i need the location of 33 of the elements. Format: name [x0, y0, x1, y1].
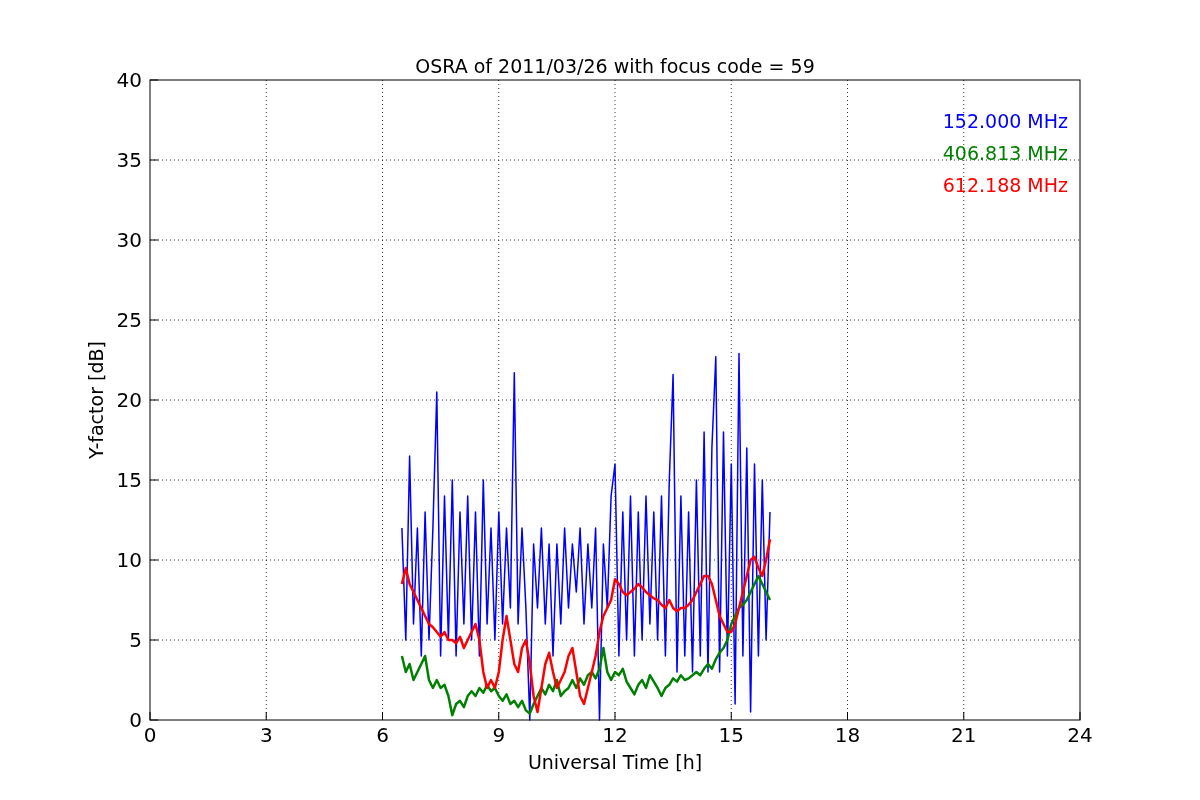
- tick-mark: [149, 79, 159, 81]
- tick-mark: [265, 711, 267, 721]
- tick-label: 30: [116, 228, 142, 252]
- chart-title: OSRA of 2011/03/26 with focus code = 59: [415, 55, 815, 77]
- tick-mark: [498, 711, 500, 721]
- axis-label: Y-factor [dB]: [85, 341, 107, 459]
- tick-label: 15: [116, 468, 142, 492]
- legend-label: 406.813 MHz: [942, 142, 1068, 164]
- tick-mark: [730, 711, 732, 721]
- tick-label: 0: [129, 708, 142, 732]
- tick-label: 0: [143, 723, 157, 747]
- legend-label: 152.000 MHz: [942, 110, 1068, 132]
- tick-mark: [963, 711, 965, 721]
- tick-mark: [1079, 711, 1081, 721]
- tick-label: 24: [1067, 723, 1093, 747]
- tick-mark: [614, 711, 616, 721]
- tick-label: 9: [492, 723, 506, 747]
- tick-mark: [847, 711, 848, 721]
- tick-label: 20: [116, 388, 142, 412]
- tick-label: 10: [116, 548, 142, 572]
- tick-label: 12: [602, 723, 628, 747]
- tick-label: 40: [116, 68, 142, 92]
- axis-label: Universal Time [h]: [527, 751, 703, 773]
- tick-label: 5: [129, 628, 142, 652]
- tick-label: 35: [116, 148, 142, 172]
- tick-label: 25: [116, 308, 142, 332]
- tick-label: 6: [376, 723, 389, 747]
- tick-label: 3: [259, 723, 273, 747]
- tick-label: 21: [951, 723, 977, 747]
- legend-label: 612.188 MHz: [942, 174, 1068, 196]
- tick-mark: [382, 711, 383, 721]
- tick-label: 15: [718, 723, 744, 747]
- tick-label: 18: [834, 723, 861, 747]
